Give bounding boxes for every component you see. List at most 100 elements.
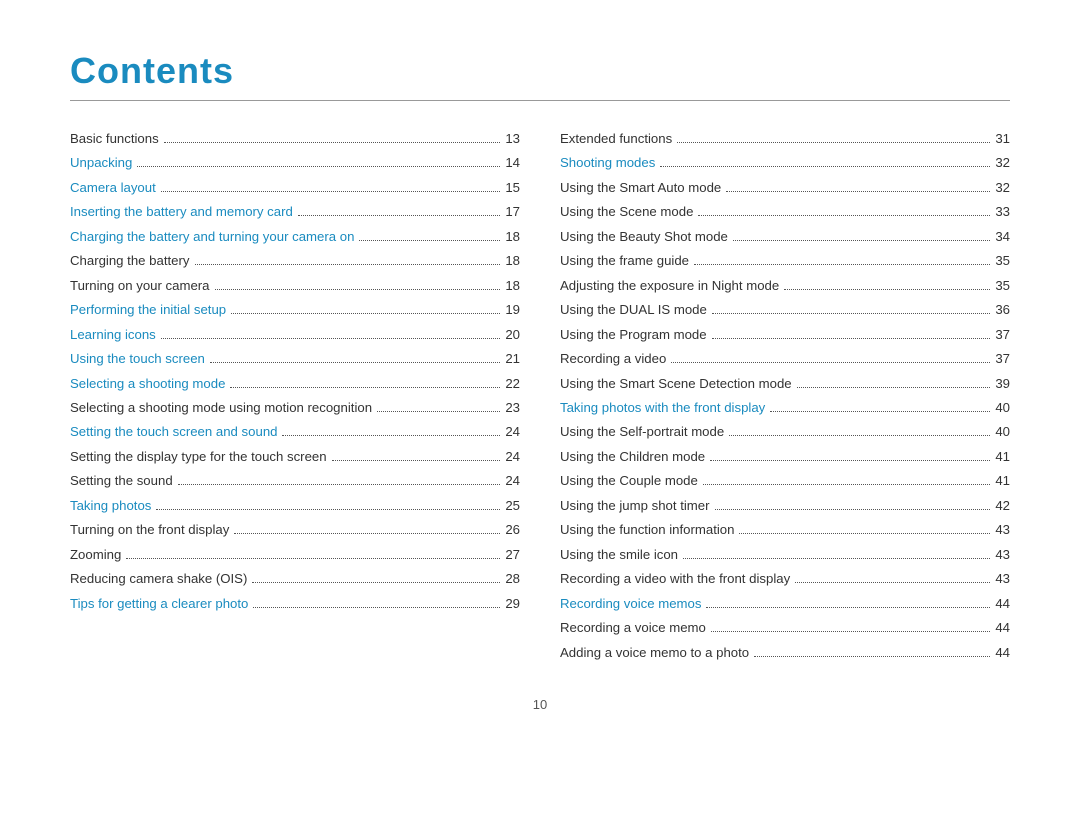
page-num: 14 (505, 153, 520, 173)
page-num: 32 (995, 153, 1010, 173)
dots (210, 362, 500, 363)
toc-entry[interactable]: Learning icons20 (70, 325, 520, 345)
entry-text: Zooming (70, 545, 121, 565)
dots (234, 533, 500, 534)
toc-entry[interactable]: Reducing camera shake (OIS)28 (70, 569, 520, 589)
dots (729, 435, 990, 436)
dots (359, 240, 500, 241)
entry-text: Using the frame guide (560, 251, 689, 271)
page-num: 43 (995, 520, 1010, 540)
dots (215, 289, 501, 290)
toc-entry[interactable]: Charging the battery18 (70, 251, 520, 271)
toc-entry[interactable]: Turning on the front display26 (70, 520, 520, 540)
page-num: 22 (505, 374, 520, 394)
page-num: 27 (505, 545, 520, 565)
dots (137, 166, 500, 167)
toc-entry[interactable]: Using the Beauty Shot mode34 (560, 227, 1010, 247)
dots (156, 509, 500, 510)
dots (712, 313, 990, 314)
toc-entry[interactable]: Using the Scene mode33 (560, 202, 1010, 222)
toc-entry[interactable]: Using the Smart Auto mode32 (560, 178, 1010, 198)
toc-entry[interactable]: Adjusting the exposure in Night mode35 (560, 276, 1010, 296)
entry-text: Setting the touch screen and sound (70, 422, 277, 442)
entry-text: Using the Scene mode (560, 202, 693, 222)
toc-entry[interactable]: Tips for getting a clearer photo29 (70, 594, 520, 614)
page-num: 18 (505, 276, 520, 296)
toc-entry[interactable]: Setting the display type for the touch s… (70, 447, 520, 467)
page-num: 26 (505, 520, 520, 540)
dots (733, 240, 990, 241)
page-num: 37 (995, 349, 1010, 369)
dots (683, 558, 990, 559)
toc-entry[interactable]: Using the Smart Scene Detection mode 39 (560, 374, 1010, 394)
toc-entry[interactable]: Charging the battery and turning your ca… (70, 227, 520, 247)
entry-text: Setting the sound (70, 471, 173, 491)
entry-text: Using the Children mode (560, 447, 705, 467)
toc-entry[interactable]: Recording voice memos 44 (560, 594, 1010, 614)
entry-text: Using the Beauty Shot mode (560, 227, 728, 247)
entry-text: Taking photos with the front display (560, 398, 765, 418)
dots (703, 484, 991, 485)
toc-entry[interactable]: Selecting a shooting mode using motion r… (70, 398, 520, 418)
page-num: 40 (995, 398, 1010, 418)
toc-entry[interactable]: Extended functions31 (560, 129, 1010, 149)
toc-entry[interactable]: Recording a voice memo44 (560, 618, 1010, 638)
page-num: 41 (995, 447, 1010, 467)
entry-text: Selecting a shooting mode (70, 374, 225, 394)
dots (253, 607, 500, 608)
page-num: 35 (995, 251, 1010, 271)
entry-text: Using the Couple mode (560, 471, 698, 491)
page-num: 31 (995, 129, 1010, 149)
page-num: 32 (995, 178, 1010, 198)
entry-text: Performing the initial setup (70, 300, 226, 320)
toc-entry[interactable]: Camera layout15 (70, 178, 520, 198)
toc-entry[interactable]: Using the smile icon43 (560, 545, 1010, 565)
page-num: 42 (995, 496, 1010, 516)
entry-text: Recording a voice memo (560, 618, 706, 638)
toc-entry[interactable]: Adding a voice memo to a photo44 (560, 643, 1010, 663)
page-num: 21 (505, 349, 520, 369)
page-num: 19 (505, 300, 520, 320)
dots (706, 607, 990, 608)
dots (126, 558, 500, 559)
entry-text: Recording a video (560, 349, 666, 369)
entry-text: Camera layout (70, 178, 156, 198)
entry-text: Using the Smart Scene Detection mode (560, 374, 792, 394)
toc-entry[interactable]: Using the jump shot timer42 (560, 496, 1010, 516)
toc-entry[interactable]: Setting the sound24 (70, 471, 520, 491)
page-number: 10 (70, 697, 1010, 712)
toc-entry[interactable]: Recording a video with the front display… (560, 569, 1010, 589)
toc-entry[interactable]: Using the Self-portrait mode40 (560, 422, 1010, 442)
toc-entry[interactable]: Setting the touch screen and sound 24 (70, 422, 520, 442)
toc-entry[interactable]: Using the touch screen 21 (70, 349, 520, 369)
page-num: 44 (995, 594, 1010, 614)
toc-entry[interactable]: Using the function information43 (560, 520, 1010, 540)
page-num: 43 (995, 545, 1010, 565)
dots (712, 338, 991, 339)
toc-entry[interactable]: Turning on your camera18 (70, 276, 520, 296)
toc-entry[interactable]: Zooming 27 (70, 545, 520, 565)
entry-text: Recording voice memos (560, 594, 701, 614)
toc-entry[interactable]: Performing the initial setup 19 (70, 300, 520, 320)
toc-entry[interactable]: Using the DUAL IS mode36 (560, 300, 1010, 320)
toc-entry[interactable]: Using the Couple mode41 (560, 471, 1010, 491)
dots (698, 215, 990, 216)
page-num: 39 (995, 374, 1010, 394)
entry-text: Using the touch screen (70, 349, 205, 369)
toc-entry[interactable]: Taking photos25 (70, 496, 520, 516)
toc-entry[interactable]: Recording a video 37 (560, 349, 1010, 369)
toc-entry[interactable]: Using the Children mode 41 (560, 447, 1010, 467)
entry-text: Adding a voice memo to a photo (560, 643, 749, 663)
entry-text: Using the Program mode (560, 325, 707, 345)
toc-entry[interactable]: Shooting modes32 (560, 153, 1010, 173)
toc-entry[interactable]: Taking photos with the front display 40 (560, 398, 1010, 418)
toc-entry[interactable]: Selecting a shooting mode 22 (70, 374, 520, 394)
page-num: 24 (505, 422, 520, 442)
toc-entry[interactable]: Unpacking14 (70, 153, 520, 173)
toc-entry[interactable]: Inserting the battery and memory card17 (70, 202, 520, 222)
toc-entry[interactable]: Basic functions13 (70, 129, 520, 149)
toc-entry[interactable]: Using the frame guide 35 (560, 251, 1010, 271)
toc-entry[interactable]: Using the Program mode37 (560, 325, 1010, 345)
page-num: 28 (505, 569, 520, 589)
page-num: 40 (995, 422, 1010, 442)
